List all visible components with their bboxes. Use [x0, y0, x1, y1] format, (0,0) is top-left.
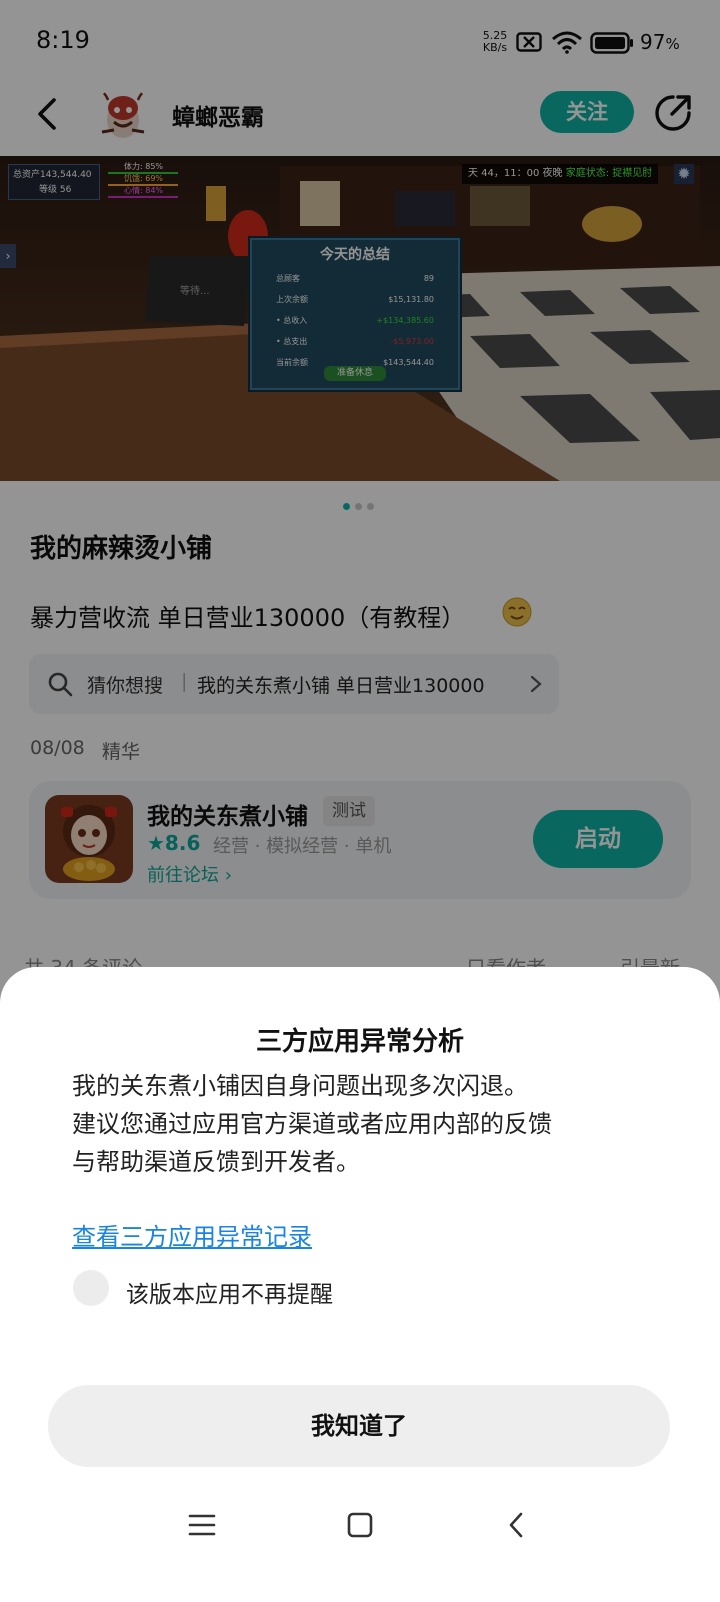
no-remind-checkbox[interactable] [73, 1270, 109, 1306]
got-it-button[interactable]: 我知道了 [48, 1385, 670, 1467]
nav-back-icon[interactable] [506, 1510, 526, 1540]
no-remind-label[interactable]: 该版本应用不再提醒 [126, 1275, 333, 1309]
view-crash-records-link[interactable]: 查看三方应用异常记录 [72, 1217, 312, 1252]
dialog-message-line: 建议您通过应用官方渠道或者应用内部的反馈 [72, 1110, 552, 1138]
dialog-message-line: 我的关东煮小铺因自身问题出现多次闪退。 [72, 1072, 528, 1100]
crash-analysis-dialog: 三方应用异常分析 我的关东煮小铺因自身问题出现多次闪退。 建议您通过应用官方渠道… [0, 967, 720, 1602]
home-icon[interactable] [346, 1511, 374, 1539]
menu-icon[interactable] [187, 1512, 217, 1538]
dialog-message-line: 与帮助渠道反馈到开发者。 [72, 1148, 360, 1176]
dialog-message: 我的关东煮小铺因自身问题出现多次闪退。 建议您通过应用官方渠道或者应用内部的反馈… [72, 1067, 672, 1181]
dialog-title: 三方应用异常分析 [255, 1027, 464, 1057]
